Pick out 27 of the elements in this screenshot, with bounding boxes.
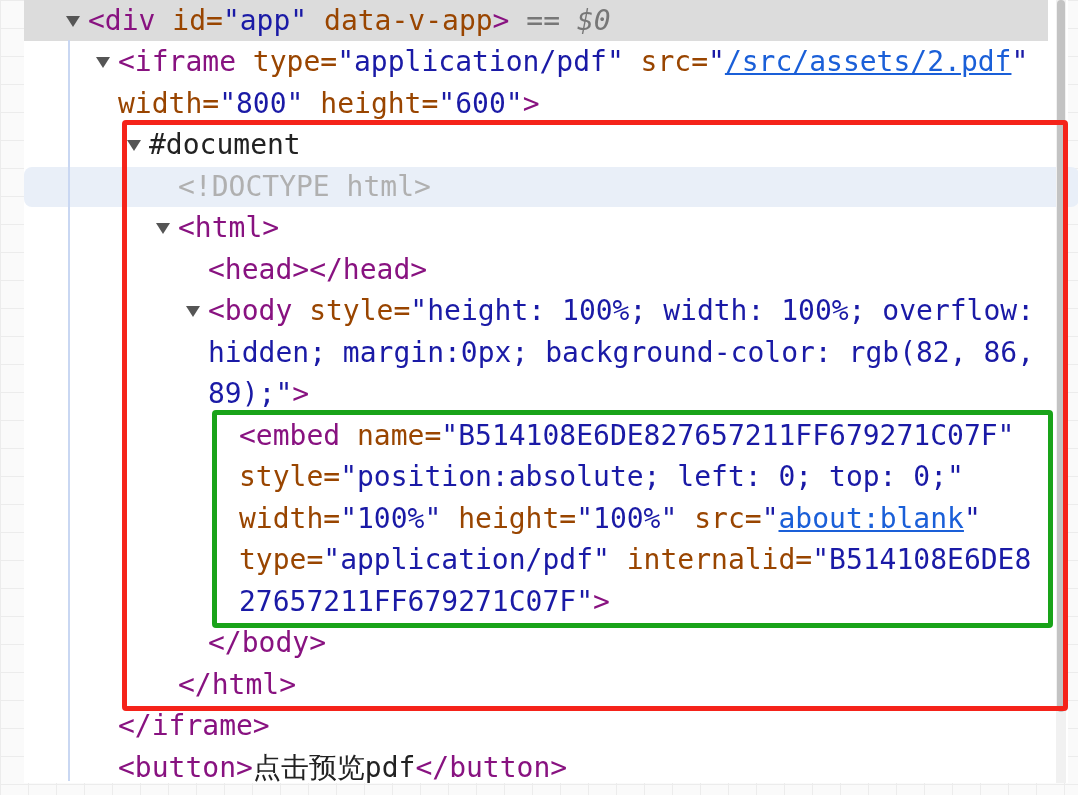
code-line: width="100%" height="100%" src="about:blank" (239, 501, 981, 536)
code-line: style="position:absolute; left: 0; top: 0;" (239, 460, 964, 495)
collapse-triangle-icon[interactable] (96, 55, 110, 70)
link[interactable]: /src/assets/2.pdf (724, 45, 1012, 79)
code-line: hidden; margin:0px; background-color: rgb(82, 86, (208, 335, 1034, 370)
code-line: width="800" height="600"> (118, 86, 540, 121)
code-line: <iframe type="application/pdf" src="/src/assets/2.pdf" (118, 45, 1029, 80)
code-line: <html> (178, 211, 280, 246)
code-line: <!DOCTYPE html> (178, 169, 431, 204)
code-line: #document (149, 128, 301, 163)
code-line: <embed name="B514108E6DE827657211FF679271C07F" (239, 418, 1015, 453)
code-line: <div id="app" data-v-app> == $0 (88, 3, 611, 38)
code-line: type="application/pdf" internalid="B514108E6DE8 (239, 543, 1032, 578)
code-line: </iframe> (118, 709, 270, 744)
link[interactable]: about:blank (778, 501, 964, 535)
code-line: </html> (178, 667, 296, 702)
collapse-triangle-icon[interactable] (156, 221, 170, 236)
code-line: <body style="height: 100%; width: 100%; overflow: (208, 294, 1035, 329)
code-line: <button>点击预览pdf</button> (118, 750, 568, 785)
code-line: 89);"> (208, 377, 310, 412)
code-line: <head></head> (208, 252, 428, 287)
scrollbar[interactable] (1056, 0, 1066, 783)
collapse-triangle-icon[interactable] (127, 138, 141, 153)
collapse-triangle-icon[interactable] (186, 304, 200, 319)
code-line: </body> (208, 626, 326, 661)
code-line: 27657211FF679271C07F"> (239, 584, 610, 619)
collapse-triangle-icon[interactable] (66, 13, 80, 28)
